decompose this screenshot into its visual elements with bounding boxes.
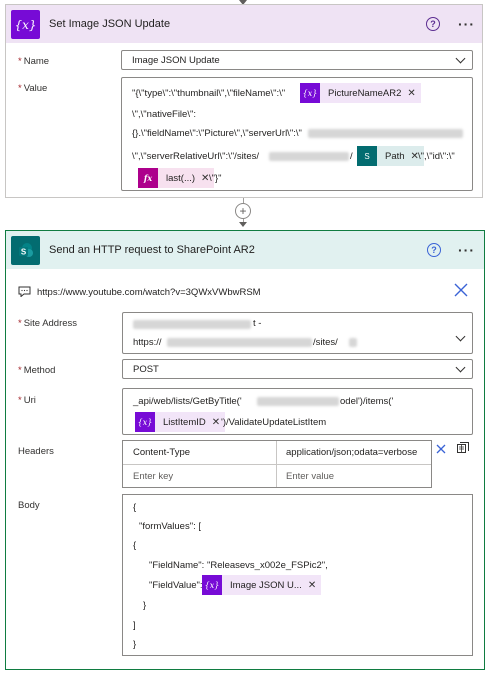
body-line: "FieldValue": [149,580,203,591]
sharepoint-icon: S [357,146,377,166]
header-value-input[interactable]: application/json;odata=verbose [286,447,417,458]
variable-icon: {x} [135,412,155,432]
site-address-dropdown[interactable]: t - https:// /sites/ [122,312,473,354]
body-label: Body [18,500,40,511]
body-line: ] [133,620,136,631]
chevron-down-icon[interactable] [455,53,466,64]
svg-text:S: S [20,247,26,256]
headers-table: Content-Type application/json;odata=verb… [122,440,432,488]
body-line: } [143,600,147,611]
method-value: POST [133,364,159,375]
redacted-site-name [133,320,251,329]
body-input[interactable]: { "formValues": [ { "FieldName": "Releas… [122,494,473,656]
card-title: Send an HTTP request to SharePoint AR2 [49,244,255,256]
redacted-site-url [167,338,312,347]
body-line: "formValues": [ [139,521,202,532]
site-address-line2-sites: /sites/ [313,337,338,348]
expression-icon: fx [138,168,158,188]
uri-line1: _api/web/lists/GetByTitle(' [133,396,242,407]
variable-icon: {x} [11,10,40,39]
body-line: { [133,502,137,513]
value-text-line4: \",\"serverRelativeUrl\":\"/sites/ [132,151,259,162]
uri-line2-end: ')/ValidateUpdateListItem [221,417,327,428]
body-line: { [133,540,137,551]
token-image-json-update[interactable]: {x} Image JSON U... ✕ [202,575,322,595]
body-line: } [133,639,137,650]
help-icon[interactable]: ? [427,243,441,257]
headers-label: Headers [18,446,54,457]
name-dropdown[interactable]: Image JSON Update [121,50,473,70]
http-request-header[interactable]: S Send an HTTP request to SharePoint AR2… [6,231,484,269]
name-label: * Name [18,56,50,67]
token-picture-name[interactable]: {x} PictureNameAR2 ✕ [300,83,421,103]
more-options-icon[interactable]: ··· [458,243,475,257]
uri-label: * Uri [18,395,36,406]
card-title: Set Image JSON Update [49,18,171,30]
comment-icon [18,286,31,300]
set-variable-header[interactable]: {x} Set Image JSON Update ? ··· [6,5,482,43]
value-text-line3: {}.\"fieldName\":\"Picture\",\"serverUrl… [132,128,302,139]
body-line: "FieldName": "Releasevs_x002e_FSPic2", [149,560,328,571]
variable-icon: {x} [300,83,320,103]
chevron-down-icon[interactable] [455,331,466,342]
value-text-line2: \",\"nativeFile\": [132,109,196,120]
comment-text[interactable]: https://www.youtube.com/watch?v=3QWxVWbw… [37,287,261,298]
token-last-expression[interactable]: fx last(...) ✕ [138,168,215,188]
value-text-line1: "{\"type\":\"thumbnail\",\"fileName\":\" [132,88,286,99]
switch-to-text-mode-icon[interactable] [457,442,469,457]
method-dropdown[interactable]: POST [122,359,473,379]
chevron-down-icon[interactable] [455,362,466,373]
set-variable-card: {x} Set Image JSON Update ? ··· * Name Im… [5,4,483,198]
site-address-label: * Site Address [18,318,78,329]
close-icon[interactable] [454,283,468,300]
http-request-card: S Send an HTTP request to SharePoint AR2… [5,230,485,670]
redacted-site-path [349,338,357,347]
add-step-button[interactable]: + [235,203,251,219]
value-text-id: \",\"id\":\" [418,151,455,162]
value-text-slash: / [350,151,353,162]
site-address-line2-prefix: https:// [133,337,162,348]
header-key-input[interactable]: Content-Type [133,447,190,458]
value-text-line5: \"}" [209,173,222,184]
uri-input[interactable]: _api/web/lists/GetByTitle(' odel')/items… [122,388,473,435]
token-path[interactable]: S Path ✕ [357,146,424,166]
help-icon[interactable]: ? [426,17,440,31]
delete-header-icon[interactable] [436,444,446,457]
remove-token-icon[interactable]: ✕ [308,580,321,591]
token-list-item-id[interactable]: {x} ListItemID ✕ [135,412,226,432]
header-key-placeholder[interactable]: Enter key [133,471,173,482]
headers-row-divider [123,464,431,465]
redacted-server-url [308,129,463,138]
value-label: * Value [18,83,48,94]
sharepoint-icon: S [11,236,40,265]
value-input[interactable]: "{\"type\":\"thumbnail\",\"fileName\":\"… [121,77,473,191]
remove-token-icon[interactable]: ✕ [407,88,420,99]
header-value-placeholder[interactable]: Enter value [286,471,334,482]
variable-icon: {x} [202,575,222,595]
uri-line1-end: odel')/items(' [340,396,394,407]
redacted-list-name [257,397,339,406]
arrow-down-icon [239,222,247,227]
site-address-line1: t - [253,318,262,329]
redacted-site [269,152,349,161]
more-options-icon[interactable]: ··· [458,17,475,31]
name-value: Image JSON Update [132,55,220,66]
method-label: * Method [18,365,56,376]
